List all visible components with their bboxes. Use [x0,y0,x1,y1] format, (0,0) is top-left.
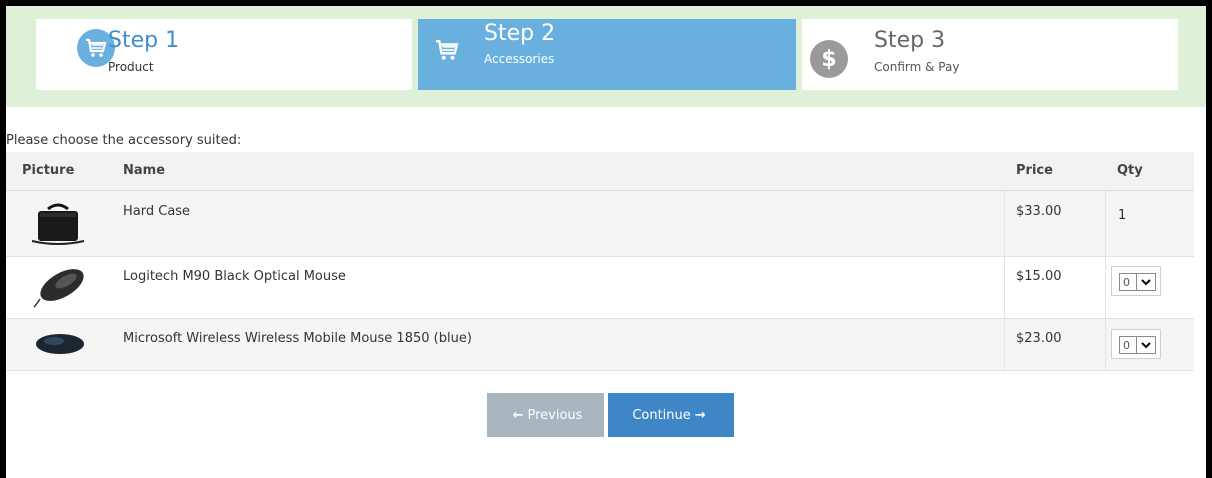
quantity-dropdown[interactable]: 0 [1111,266,1161,296]
step-1[interactable]: Step 1 Product [36,19,412,90]
item-name: Logitech M90 Black Optical Mouse [123,269,346,284]
step-3-subtitle: Confirm & Pay [874,60,960,74]
item-price: $23.00 [1016,331,1062,346]
quantity-dropdown[interactable]: 0 [1111,329,1161,359]
table-row: Hard Case $33.00 1 [6,191,1194,257]
quantity-select[interactable]: 0 [1119,273,1156,291]
step-1-subtitle: Product [108,60,154,74]
step-2-subtitle: Accessories [484,52,555,66]
instruction-text: Please choose the accessory suited: [6,133,242,148]
steps-progress-bar: Step 1 Product Step 2 Accessories $ Step… [6,6,1206,107]
header-name: Name [123,163,166,178]
previous-button[interactable]: ← Previous [487,393,604,437]
header-picture: Picture [22,163,75,178]
continue-button[interactable]: Continue → [608,393,734,437]
quantity-value: 0 [1123,276,1130,289]
step-1-title: Step 1 [108,28,180,53]
optical-mouse-image [32,265,88,313]
item-price: $15.00 [1016,269,1062,284]
table-row: Microsoft Wireless Wireless Mobile Mouse… [6,319,1194,371]
header-price: Price [1016,163,1053,178]
step-2-title: Step 2 [484,21,556,46]
step-3-title: Step 3 [874,28,946,53]
step-2[interactable]: Step 2 Accessories [418,19,796,90]
item-name: Microsoft Wireless Wireless Mobile Mouse… [123,331,472,346]
header-qty: Qty [1117,163,1143,178]
arrow-left-icon: ← [512,407,524,423]
dollar-icon: $ [810,40,848,78]
item-name: Hard Case [123,204,191,219]
chevron-down-icon[interactable] [1136,274,1155,290]
quantity-select[interactable]: 0 [1119,336,1156,354]
quantity-value: 0 [1123,339,1130,352]
cart-icon [430,33,464,67]
item-qty: 1 [1118,208,1127,223]
table-header: Picture Name Price Qty [6,152,1194,191]
wireless-mouse-image [32,328,88,364]
table-row: Logitech M90 Black Optical Mouse $15.00 … [6,257,1194,319]
item-price: $33.00 [1016,204,1062,219]
step-3[interactable]: $ Step 3 Confirm & Pay [802,19,1178,90]
arrow-right-icon: → [694,407,706,423]
laptop-case-image [28,201,88,251]
previous-label: Previous [527,407,583,423]
continue-label: Continue [632,407,691,423]
chevron-down-icon[interactable] [1136,337,1155,353]
